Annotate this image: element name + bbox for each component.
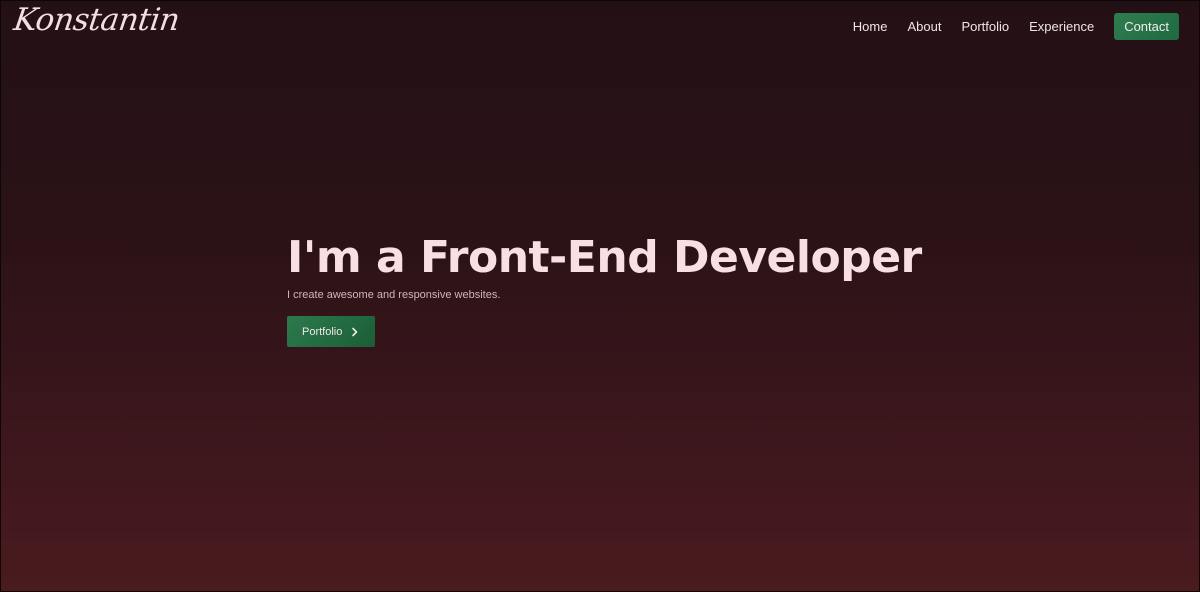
hero-section: I'm a Front-End Developer I create aweso… xyxy=(287,232,922,347)
nav-about-link[interactable]: About xyxy=(907,19,941,34)
nav-links: Home About Portfolio Experience Contact xyxy=(833,13,1179,40)
contact-button[interactable]: Contact xyxy=(1114,13,1179,40)
nav-portfolio-link[interactable]: Portfolio xyxy=(961,19,1009,34)
nav-home-link[interactable]: Home xyxy=(853,19,888,34)
hero-subtitle: I create awesome and responsive websites… xyxy=(287,289,501,301)
hero-title: I'm a Front-End Developer xyxy=(287,232,922,283)
nav-experience-link[interactable]: Experience xyxy=(1029,19,1094,34)
portfolio-button[interactable]: Portfolio xyxy=(287,316,375,347)
navbar: Konstantin Home About Portfolio Experien… xyxy=(0,0,1200,52)
chevron-right-icon xyxy=(352,327,358,336)
portfolio-button-label: Portfolio xyxy=(302,325,343,338)
site-logo[interactable]: Konstantin xyxy=(11,2,181,38)
